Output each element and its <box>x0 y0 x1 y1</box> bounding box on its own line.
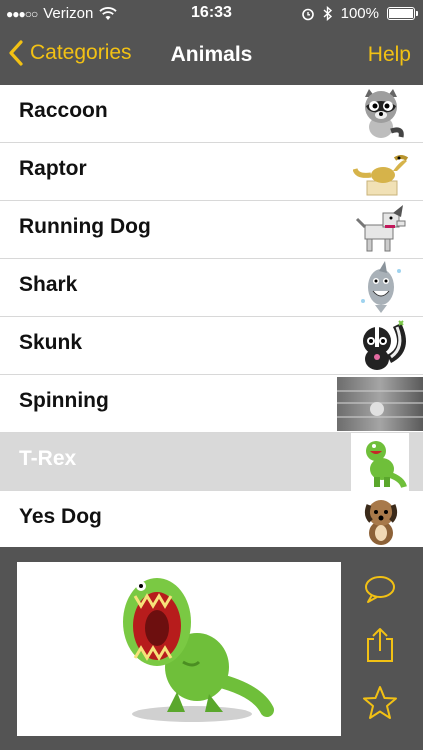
skunk-icon <box>363 320 406 370</box>
bluetooth-icon <box>323 6 332 21</box>
list-item-label: T-Rex <box>19 447 77 470</box>
thumbnail-frame <box>351 433 409 491</box>
raptor-icon <box>353 155 409 196</box>
raccoon-icon <box>365 89 404 138</box>
battery-percent: 100% <box>340 5 379 22</box>
list-item-raccoon[interactable]: Raccoon <box>0 85 423 143</box>
status-bar: ●●●○○ Verizon 16:33 100% <box>0 0 423 28</box>
share-icon <box>367 628 393 662</box>
t-rex-icon <box>366 441 407 488</box>
preview-panel <box>0 547 423 750</box>
back-button-label: Categories <box>30 41 132 64</box>
list-item-spinning[interactable]: Spinning <box>0 375 423 433</box>
alarm-icon <box>301 8 314 20</box>
spinning-icon <box>337 377 423 431</box>
list-item-label: Spinning <box>19 389 109 412</box>
speech-bubble-icon <box>365 576 395 603</box>
back-button[interactable]: Categories <box>8 40 132 66</box>
shark-icon <box>361 261 401 313</box>
list-item-label: Raccoon <box>19 99 108 122</box>
favorite-button[interactable] <box>360 683 400 723</box>
battery-icon <box>387 7 418 20</box>
share-button[interactable] <box>360 625 400 665</box>
list-item-t-rex[interactable]: T-Rex <box>0 433 423 491</box>
list-item-label: Yes Dog <box>19 505 102 528</box>
chevron-left-icon <box>9 40 23 66</box>
list-item-label: Shark <box>19 273 78 296</box>
battery-fill <box>389 9 413 18</box>
t-rex-preview-image <box>123 578 274 722</box>
animal-list: Raccoon Raptor Running Dog Shark Skunk S… <box>0 85 423 549</box>
list-item-running-dog[interactable]: Running Dog <box>0 201 423 259</box>
help-button[interactable]: Help <box>368 43 411 67</box>
list-item-label: Running Dog <box>19 215 151 238</box>
yes-dog-icon <box>364 500 398 545</box>
list-item-yes-dog[interactable]: Yes Dog <box>0 491 423 549</box>
navigation-bar: Categories Animals Help <box>0 28 423 85</box>
list-item-label: Raptor <box>19 157 87 180</box>
list-item-label: Skunk <box>19 331 83 354</box>
comment-button[interactable] <box>360 569 400 609</box>
list-item-shark[interactable]: Shark <box>0 259 423 317</box>
running-dog-icon <box>355 205 406 252</box>
list-item-skunk[interactable]: Skunk <box>0 317 423 375</box>
list-item-raptor[interactable]: Raptor <box>0 143 423 201</box>
top-bar: ●●●○○ Verizon 16:33 100% Categories Anim… <box>0 0 423 85</box>
star-icon <box>363 686 397 719</box>
animation-preview[interactable] <box>17 562 341 736</box>
